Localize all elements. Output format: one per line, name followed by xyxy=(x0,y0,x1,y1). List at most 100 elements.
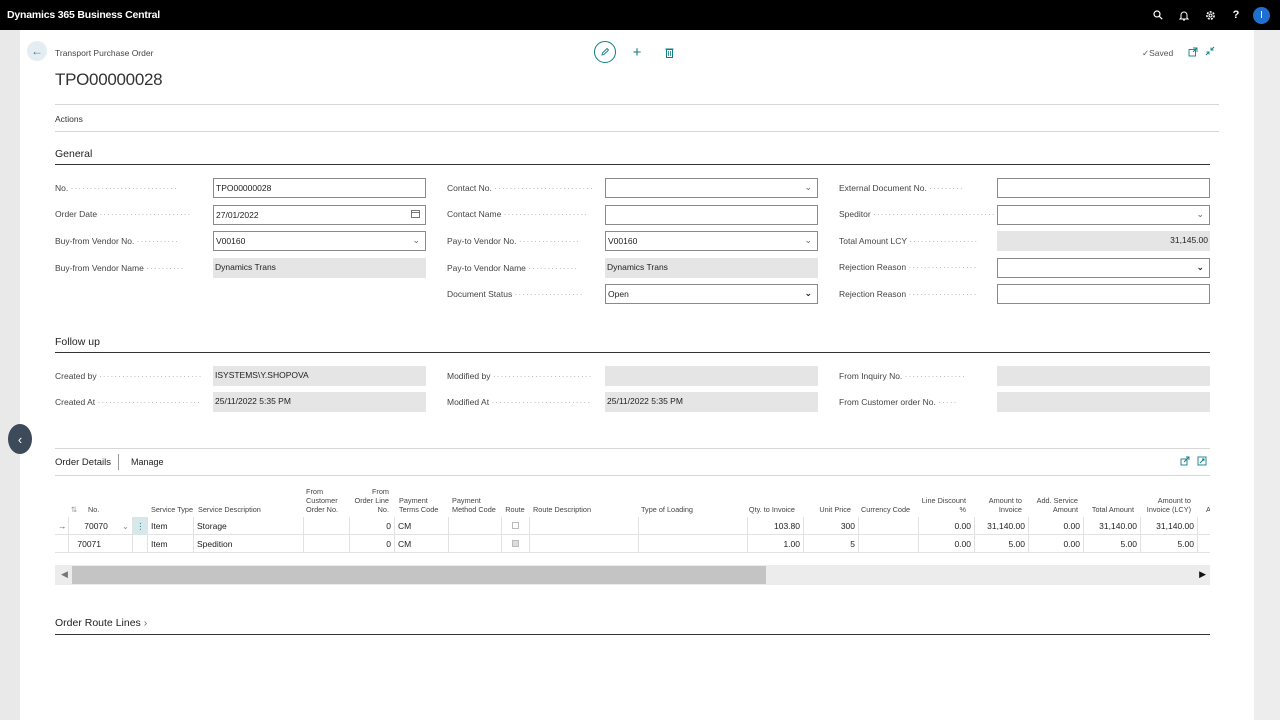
route-checkbox[interactable] xyxy=(502,535,530,553)
col-header-currency-code[interactable]: Currency Code xyxy=(861,480,917,514)
tab-manage[interactable]: Manage xyxy=(131,457,164,467)
cell-route-description[interactable] xyxy=(530,535,639,553)
rejection-reason-select[interactable]: ⌄ xyxy=(997,258,1210,278)
col-header-service-description[interactable]: Service Description xyxy=(198,480,302,514)
cell-add-service-amount[interactable]: 0.00 xyxy=(1029,517,1084,535)
chevron-down-icon[interactable]: ⌄ xyxy=(412,235,420,246)
col-header-service-type[interactable]: Service Type xyxy=(151,480,196,514)
cell-payment-method-code[interactable] xyxy=(449,517,502,535)
order-date-field[interactable]: 27/01/2022 xyxy=(213,205,426,225)
general-title[interactable]: General xyxy=(55,148,92,160)
help-icon[interactable]: ? xyxy=(1223,0,1249,30)
col-header-amount-to-invoice[interactable]: Amount to Invoice xyxy=(977,480,1022,514)
chevron-down-icon[interactable]: ⌄ xyxy=(804,182,812,193)
cell-no[interactable]: 70071 xyxy=(69,535,133,553)
cell-line-discount[interactable]: 0.00 xyxy=(919,517,975,535)
cell-service-type[interactable]: Item xyxy=(148,535,194,553)
col-header-payment-terms-code[interactable]: Payment Terms Code xyxy=(399,480,449,514)
cell-service-type[interactable]: Item xyxy=(148,517,194,535)
col-header-total-amount[interactable]: Total Amount xyxy=(1086,480,1134,514)
cell-payment-terms-code[interactable]: CM xyxy=(395,517,449,535)
horizontal-scrollbar[interactable]: ◀ ▶ xyxy=(55,565,1210,585)
search-icon[interactable] xyxy=(1145,0,1171,30)
col-header-qty-to-invoice[interactable]: Qty. to Invoice xyxy=(748,480,795,514)
cell-qty-to-invoice[interactable]: 1.00 xyxy=(748,535,804,553)
delete-button[interactable] xyxy=(661,44,677,60)
col-header-type-of-loading[interactable]: Type of Loading xyxy=(641,480,741,514)
rejection-reason-field[interactable] xyxy=(997,284,1210,304)
chevron-down-icon[interactable]: ⌄ xyxy=(1196,209,1204,220)
tab-order-details[interactable]: Order Details xyxy=(55,457,111,468)
cell-add-service-amount[interactable]: 0.00 xyxy=(1029,535,1084,553)
col-header-line-discount[interactable]: Line Discount % xyxy=(918,480,966,514)
cell-amount-to-invoice[interactable]: 31,140.00 xyxy=(975,517,1029,535)
no-field[interactable]: TPO00000028 xyxy=(213,178,426,198)
bell-icon[interactable] xyxy=(1171,0,1197,30)
external-document-no-field[interactable] xyxy=(997,178,1210,198)
pay-to-vendor-no-field[interactable]: V00160 ⌄ xyxy=(605,231,818,251)
cell-from-customer-order-no[interactable] xyxy=(304,517,350,535)
col-header-amount-to-invoice-lcy[interactable]: Amount to Invoice (LCY) xyxy=(1141,480,1191,514)
app-title[interactable]: Dynamics 365 Business Central xyxy=(0,9,160,21)
expand-icon[interactable] xyxy=(1197,456,1207,468)
document-status-select[interactable]: Open ⌄ xyxy=(605,284,818,304)
cell-unit-price[interactable]: 300 xyxy=(804,517,859,535)
cell-total-amount[interactable]: 31,140.00 xyxy=(1084,517,1141,535)
avatar[interactable]: I xyxy=(1253,6,1270,24)
side-nav-button[interactable]: ‹ xyxy=(8,424,32,454)
cell-from-order-line-no[interactable]: 0 xyxy=(350,517,395,535)
chevron-down-icon[interactable]: ⌄ xyxy=(1196,262,1204,273)
cell-type-of-loading[interactable] xyxy=(639,535,748,553)
col-header-from-order-line-no[interactable]: From Order Line No. xyxy=(353,480,389,514)
col-header-add-service-amount[interactable]: Add. Service Amount xyxy=(1032,480,1078,514)
cell-type-of-loading[interactable] xyxy=(639,517,748,535)
cell-service-description[interactable]: Storage xyxy=(194,517,304,535)
cell-service-description[interactable]: Spedition xyxy=(194,535,304,553)
cell-currency-code[interactable] xyxy=(859,535,919,553)
chevron-down-icon[interactable]: ⌄ xyxy=(804,235,812,246)
col-header-from-customer-order-no[interactable]: From Customer Order No. xyxy=(306,480,350,514)
cell-payment-terms-code[interactable]: CM xyxy=(395,535,449,553)
contact-no-field[interactable]: ⌄ xyxy=(605,178,818,198)
speditor-field[interactable]: ⌄ xyxy=(997,205,1210,225)
table-row[interactable]: → 70070 ⌄ ⋮ Item Storage 0 CM 103.80 300 … xyxy=(55,517,1210,535)
cell-currency-code[interactable] xyxy=(859,517,919,535)
share-icon[interactable] xyxy=(1180,456,1190,468)
table-row[interactable]: 70071 Item Spedition 0 CM 1.00 5 0.00 5.… xyxy=(55,535,1210,553)
chevron-down-icon[interactable]: ⌄ xyxy=(122,521,129,531)
cell-no[interactable]: 70070 ⌄ xyxy=(69,517,133,535)
new-button[interactable]: + xyxy=(629,44,645,61)
cell-amount-to-invoice-lcy[interactable]: 5.00 xyxy=(1141,535,1198,553)
edit-button[interactable] xyxy=(594,41,616,63)
route-lines-title[interactable]: Order Route Lines › xyxy=(55,617,147,629)
col-header-no[interactable]: No. xyxy=(88,480,128,514)
open-new-window-button[interactable] xyxy=(1188,47,1198,59)
cell-amount-to-invoice-lcy[interactable]: 31,140.00 xyxy=(1141,517,1198,535)
col-header-route[interactable]: Route xyxy=(503,480,527,514)
col-header-unit-price[interactable]: Unit Price xyxy=(805,480,851,514)
cell-total-amount[interactable]: 5.00 xyxy=(1084,535,1141,553)
cell-route-description[interactable] xyxy=(530,517,639,535)
collapse-button[interactable] xyxy=(1205,46,1215,59)
row-menu-icon[interactable]: ⋮ xyxy=(133,517,148,535)
cell-from-customer-order-no[interactable] xyxy=(304,535,350,553)
back-button[interactable]: ← xyxy=(27,41,47,61)
gear-icon[interactable] xyxy=(1197,0,1223,30)
cell-amount-to-invoice[interactable]: 5.00 xyxy=(975,535,1029,553)
route-checkbox[interactable] xyxy=(502,517,530,535)
buy-from-vendor-no-field[interactable]: V00160 ⌄ xyxy=(213,231,426,251)
cell-from-order-line-no[interactable]: 0 xyxy=(350,535,395,553)
calendar-icon[interactable] xyxy=(411,209,420,220)
col-header-more[interactable]: A xyxy=(1206,480,1210,514)
sort-icon[interactable]: ⇅ xyxy=(71,480,81,514)
followup-title[interactable]: Follow up xyxy=(55,336,100,348)
col-header-route-description[interactable]: Route Description xyxy=(533,480,633,514)
actions-menu[interactable]: Actions xyxy=(55,114,83,124)
scroll-left-icon[interactable]: ◀ xyxy=(61,569,68,580)
scroll-right-icon[interactable]: ▶ xyxy=(1199,569,1206,580)
scrollbar-thumb[interactable] xyxy=(72,566,766,584)
cell-line-discount[interactable]: 0.00 xyxy=(919,535,975,553)
cell-payment-method-code[interactable] xyxy=(449,535,502,553)
contact-name-field[interactable] xyxy=(605,205,818,225)
col-header-payment-method-code[interactable]: Payment Method Code xyxy=(452,480,502,514)
